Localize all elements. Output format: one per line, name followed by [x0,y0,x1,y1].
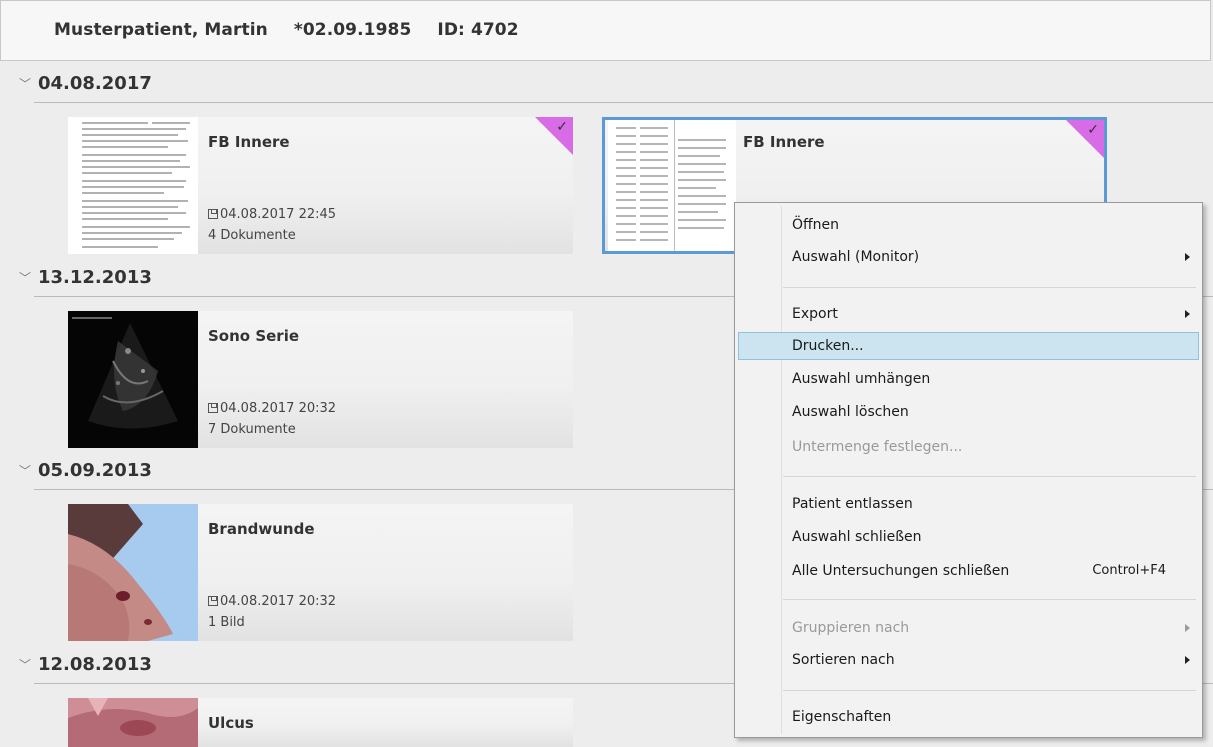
group-date: 05.09.2013 [38,460,152,481]
patient-header: Musterpatient, Martin *02.09.1985 ID: 4702 [0,0,1211,61]
card-date: 04.08.2017 20:32 [208,401,336,416]
menu-separator [783,476,1196,477]
study-card[interactable]: FB Innere 04.08.2017 22:45 4 Dokumente ✓ [68,117,573,254]
menu-item-label: Gruppieren nach [792,620,910,636]
chevron-down-icon[interactable]: ﹀ [19,462,31,479]
card-count: 1 Bild [208,615,245,630]
menu-item-label: Öffnen [792,217,840,233]
card-date: 04.08.2017 22:45 [208,207,336,222]
submenu-arrow-icon [1185,253,1190,261]
menu-item-open[interactable]: Öffnen [738,211,1199,239]
ultrasound-thumbnail-image [72,317,178,429]
menu-item-define-subset: Untermenge festlegen... [738,433,1199,461]
document-thumbnail-image [616,120,726,251]
menu-item-label: Eigenschaften [792,709,892,725]
photo-thumbnail [68,698,198,747]
card-title: FB Innere [208,133,290,151]
menu-item-label: Export [792,306,838,322]
menu-item-label: Drucken... [792,338,864,354]
context-menu: Öffnen Auswahl (Monitor) Export Drucken.… [734,202,1203,738]
menu-item-selection-monitor[interactable]: Auswahl (Monitor) [738,243,1199,271]
menu-item-reassign-selection[interactable]: Auswahl umhängen [738,365,1199,393]
photo-thumbnail-image [68,698,198,747]
card-count: 7 Dokumente [208,422,296,437]
menu-item-shortcut: Control+F4 [1092,563,1166,578]
group-date: 12.08.2013 [38,654,152,675]
group-date: 04.08.2017 [38,73,152,94]
menu-item-delete-selection[interactable]: Auswahl löschen [738,398,1199,426]
menu-item-print[interactable]: Drucken... [738,332,1199,360]
group-date: 13.12.2013 [38,267,152,288]
save-icon [208,209,218,219]
chevron-down-icon[interactable]: ﹀ [19,656,31,673]
menu-item-discharge-patient[interactable]: Patient entlassen [738,490,1199,518]
card-title: Ulcus [208,714,254,732]
patient-info: Musterpatient, Martin *02.09.1985 ID: 4702 [54,20,545,40]
group-header-1[interactable]: ﹀ 04.08.2017 [8,67,1213,103]
document-thumbnail [608,120,736,251]
menu-item-export[interactable]: Export [738,300,1199,328]
checkmark-icon: ✓ [1087,122,1099,138]
card-title: FB Innere [743,133,825,151]
document-thumbnail-image [82,122,190,248]
card-title: Sono Serie [208,327,300,345]
patient-name: Musterpatient, Martin [54,20,268,40]
card-count: 4 Dokumente [208,228,296,243]
save-icon [208,596,218,606]
photo-thumbnail-image [68,504,198,641]
patient-birth-date: *02.09.1985 [293,20,412,40]
menu-item-label: Patient entlassen [792,496,913,512]
document-thumbnail [68,117,198,254]
card-date-text: 04.08.2017 22:45 [220,207,337,222]
menu-item-properties[interactable]: Eigenschaften [738,703,1199,731]
menu-item-label: Auswahl umhängen [792,371,931,387]
menu-separator [783,599,1196,600]
chevron-down-icon[interactable]: ﹀ [19,269,31,286]
menu-item-label: Auswahl löschen [792,404,909,420]
card-date-text: 04.08.2017 20:32 [220,594,337,609]
save-icon [208,403,218,413]
menu-item-label: Alle Untersuchungen schließen [792,563,1010,579]
submenu-arrow-icon [1185,624,1190,632]
menu-item-close-selection[interactable]: Auswahl schließen [738,523,1199,551]
card-date-text: 04.08.2017 20:32 [220,401,337,416]
patient-id: ID: 4702 [437,20,519,40]
menu-item-label: Untermenge festlegen... [792,439,963,455]
card-date: 04.08.2017 20:32 [208,594,336,609]
menu-item-group-by: Gruppieren nach [738,614,1199,642]
menu-item-close-all-exams[interactable]: Alle Untersuchungen schließen Control+F4 [738,557,1199,585]
submenu-arrow-icon [1185,656,1190,664]
checkmark-icon: ✓ [556,119,568,135]
card-title: Brandwunde [208,520,315,538]
study-card[interactable]: Ulcus [68,698,573,747]
study-card[interactable]: Brandwunde 04.08.2017 20:32 1 Bild [68,504,573,641]
ultrasound-thumbnail [68,311,198,448]
menu-separator [783,690,1196,691]
menu-item-sort-by[interactable]: Sortieren nach [738,646,1199,674]
menu-item-label: Sortieren nach [792,652,895,668]
group-divider [34,102,1213,103]
menu-separator [783,287,1196,288]
study-card[interactable]: Sono Serie 04.08.2017 20:32 7 Dokumente [68,311,573,448]
menu-item-label: Auswahl (Monitor) [792,249,920,265]
photo-thumbnail [68,504,198,641]
menu-item-label: Auswahl schließen [792,529,922,545]
submenu-arrow-icon [1185,310,1190,318]
chevron-down-icon[interactable]: ﹀ [19,75,31,92]
